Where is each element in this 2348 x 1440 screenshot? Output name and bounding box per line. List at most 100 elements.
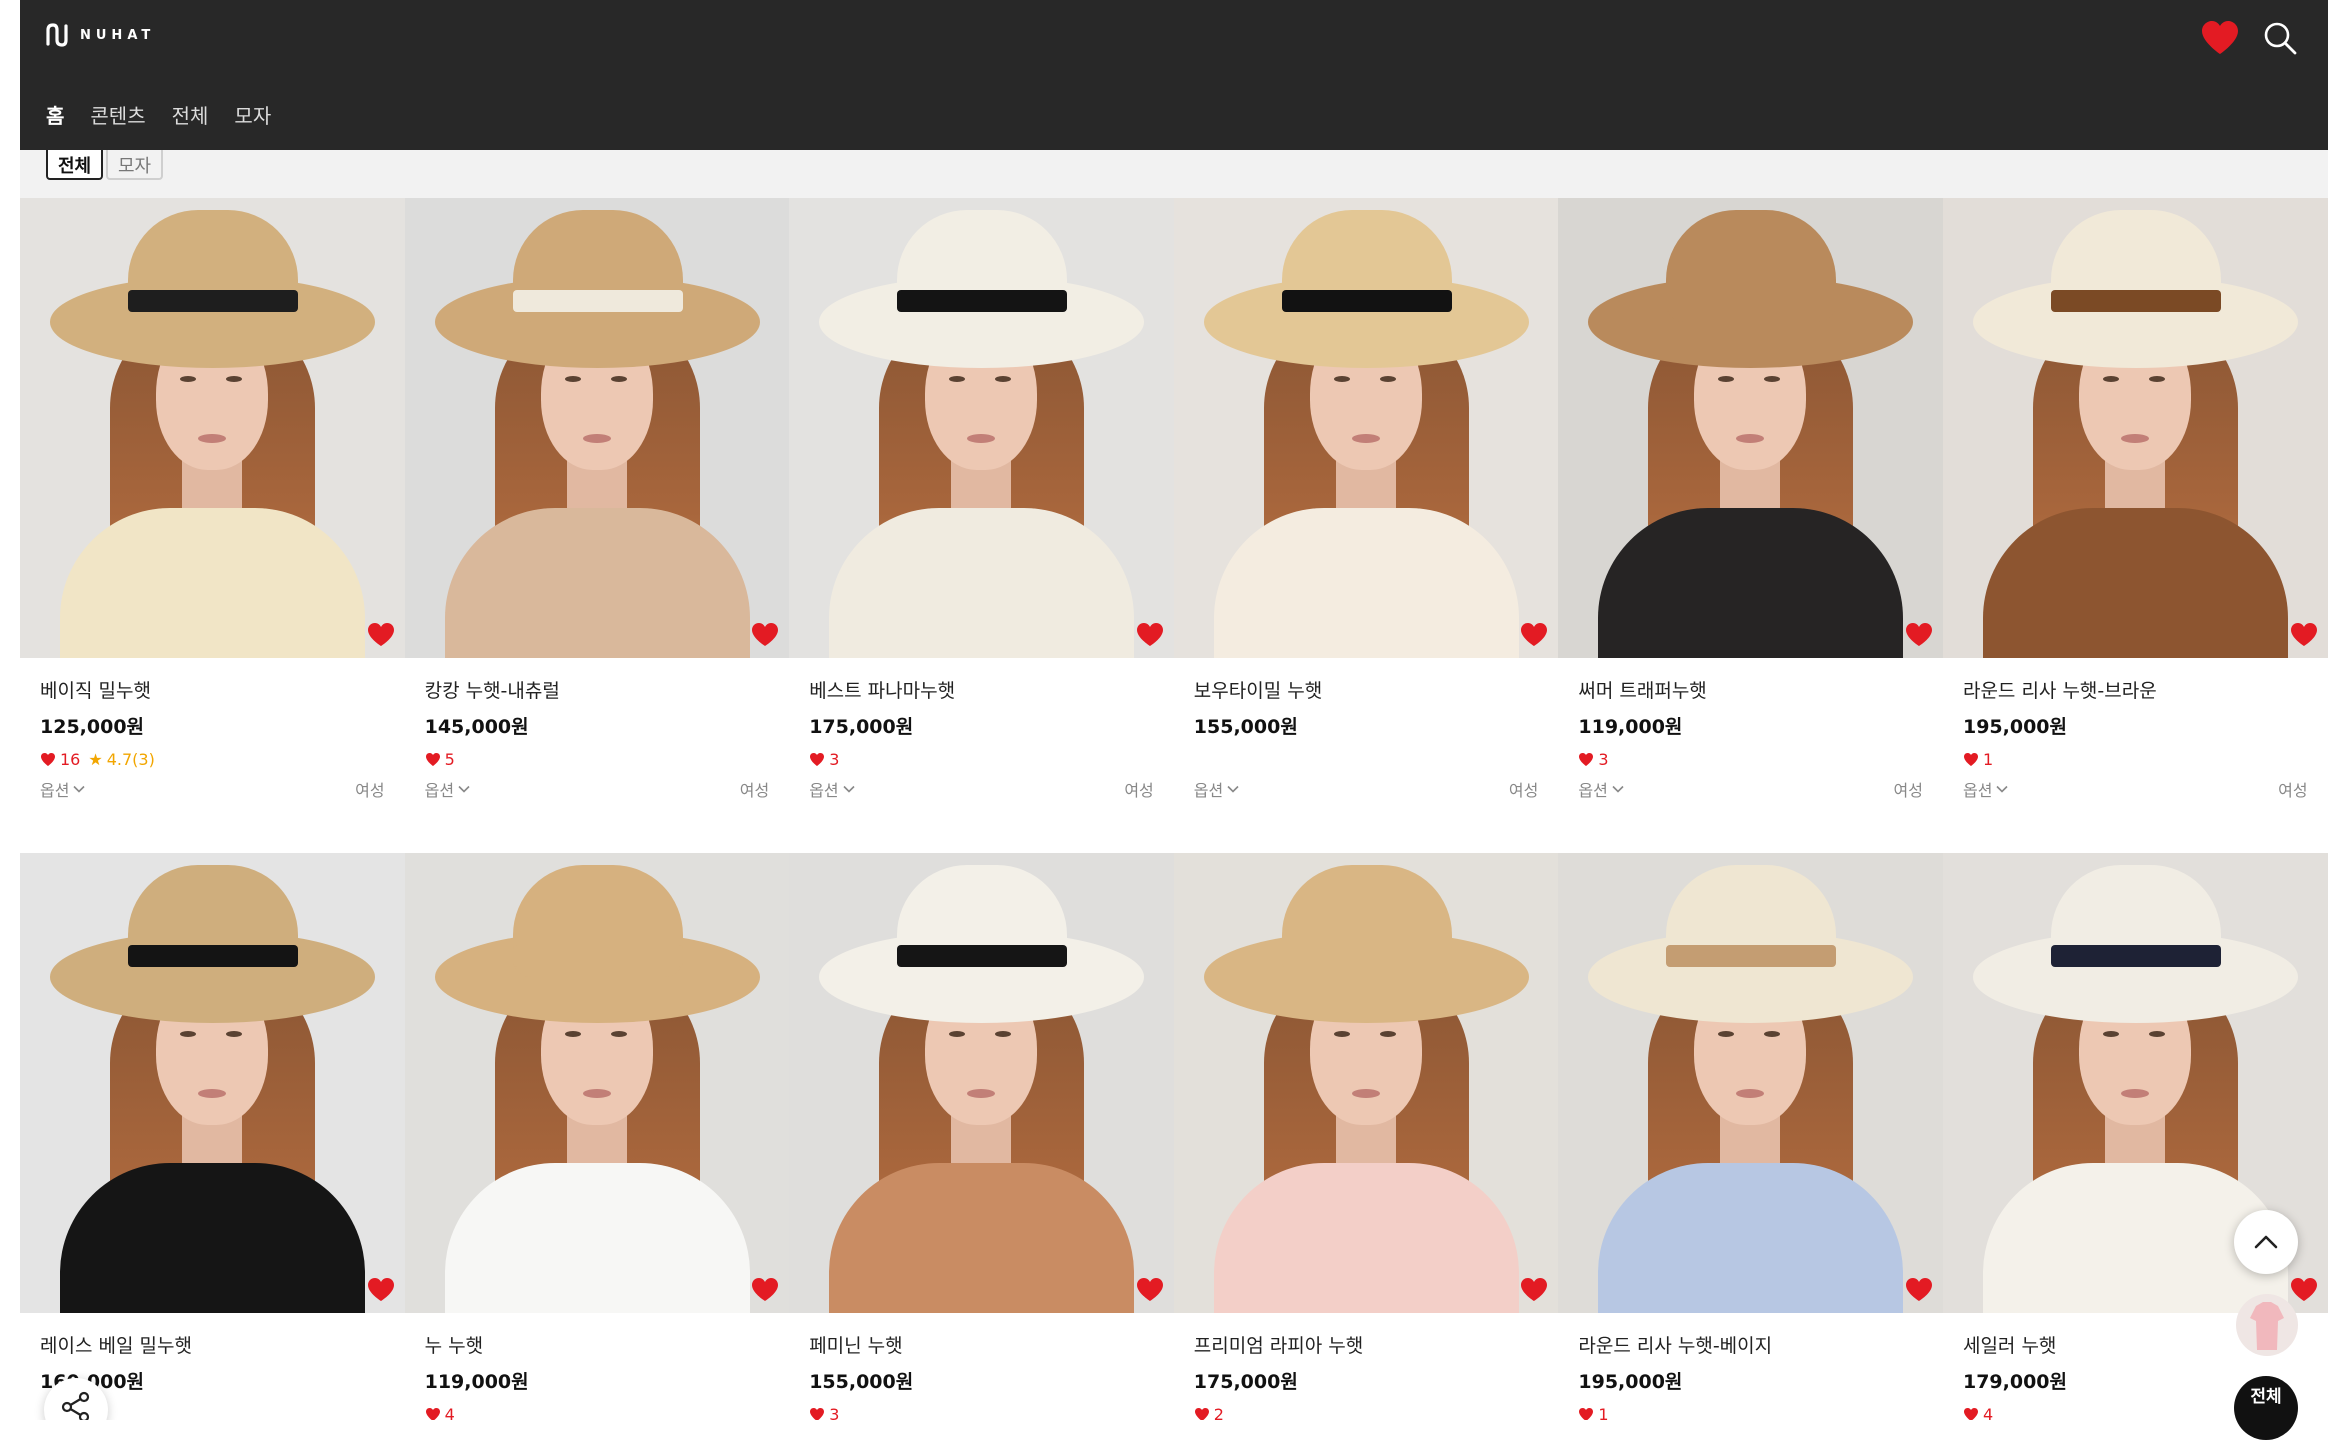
product-photo[interactable] (789, 198, 1174, 658)
product-name[interactable]: 페미닌 누햇 (809, 1333, 1154, 1359)
product-photo[interactable] (789, 853, 1174, 1313)
product-name[interactable]: 캉캉 누햇-내츄럴 (425, 678, 770, 704)
main-nav: 홈 콘텐츠 전체 모자 (46, 100, 271, 129)
heart-icon[interactable] (2200, 20, 2240, 56)
product-options-row: 옵션 여성 (425, 778, 770, 800)
product-price: 175,000원 (1193, 1371, 1298, 1393)
wishlist-heart-icon[interactable] (1905, 1277, 1933, 1303)
filter-chip-all[interactable]: 전체 (46, 150, 104, 180)
options-dropdown[interactable]: 옵션 (425, 777, 470, 801)
product-photo[interactable] (1558, 853, 1943, 1313)
product-reactions: 16 ★ 4.7(3) (40, 748, 385, 770)
wishlist-heart-icon[interactable] (2290, 622, 2318, 648)
hat-band (2050, 290, 2221, 312)
chevron-down-icon (843, 785, 855, 793)
product-card[interactable]: 프리미엄 라피아 누햇 175,000원 2 옵션 여성 (1173, 853, 1559, 1420)
product-photo[interactable] (1173, 198, 1559, 658)
wishlist-heart-icon[interactable] (367, 1277, 395, 1303)
options-dropdown[interactable]: 옵션 (1194, 777, 1239, 801)
product-photo[interactable] (404, 198, 790, 658)
model-eye (1333, 376, 1350, 382)
product-info: 베이직 밀누햇 125,000원 16 ★ 4.7(3) 옵션 여성 (20, 658, 405, 800)
options-dropdown[interactable]: 옵션 (1963, 777, 2008, 801)
scroll-top-button[interactable] (2234, 1210, 2298, 1274)
product-card[interactable]: 베스트 파나마누햇 175,000원 3 옵션 여성 (789, 198, 1174, 848)
product-options-row: 옵션 여성 (1578, 778, 1923, 800)
rating-value: 4.7(3) (106, 749, 155, 769)
likes-heart-icon (1579, 1407, 1594, 1420)
wishlist-heart-icon[interactable] (1520, 622, 1548, 648)
product-price: 125,000원 (40, 716, 145, 738)
wishlist-heart-icon[interactable] (367, 622, 395, 648)
recent-item-thumbnail[interactable] (2236, 1294, 2298, 1356)
gender-label: 여성 (1508, 781, 1539, 800)
nav-hats[interactable]: 모자 (234, 100, 271, 129)
product-name[interactable]: 라운드 리사 누햇-브라운 (1963, 678, 2308, 704)
top-header: NUHAT 홈 콘텐츠 전체 모자 (20, 0, 2328, 150)
search-icon[interactable] (2262, 20, 2298, 56)
wishlist-heart-icon[interactable] (1136, 1277, 1164, 1303)
likes-count: 16 (60, 749, 81, 769)
model-outfit (1213, 508, 1519, 658)
product-name[interactable]: 베스트 파나마누햇 (809, 678, 1154, 704)
product-name[interactable]: 레이스 베일 밀누햇 (40, 1333, 385, 1359)
wishlist-heart-icon[interactable] (751, 622, 779, 648)
product-name[interactable]: 프리미엄 라피아 누햇 (1194, 1333, 1539, 1359)
product-card[interactable]: 라운드 리사 누햇-브라운 195,000원 1 옵션 여성 (1942, 198, 2328, 848)
chevron-down-icon (1996, 785, 2008, 793)
product-photo[interactable] (1173, 853, 1559, 1313)
product-info: 베스트 파나마누햇 175,000원 3 옵션 여성 (789, 658, 1174, 800)
product-card[interactable]: 캉캉 누햇-내츄럴 145,000원 5 옵션 여성 (404, 198, 790, 848)
hat-band (1666, 945, 1837, 967)
nav-contents[interactable]: 콘텐츠 (90, 100, 145, 129)
view-all-button[interactable]: 전체 (2234, 1376, 2298, 1440)
options-dropdown[interactable]: 옵션 (809, 777, 855, 801)
likes-heart-icon (1194, 1407, 1209, 1420)
product-photo[interactable] (20, 198, 405, 658)
likes-heart-icon (810, 752, 825, 766)
nav-all[interactable]: 전체 (172, 100, 209, 129)
wishlist-heart-icon[interactable] (2290, 1277, 2318, 1303)
wishlist-heart-icon[interactable] (1136, 622, 1164, 648)
product-name[interactable]: 베이직 밀누햇 (40, 678, 385, 704)
model-outfit (1982, 508, 2288, 658)
product-name[interactable]: 누 누햇 (425, 1333, 770, 1359)
model-eye (1379, 376, 1396, 382)
brand-logo[interactable]: NUHAT (44, 22, 155, 48)
product-row: 베이직 밀누햇 125,000원 16 ★ 4.7(3) 옵션 여성 캉캉 누햇… (20, 198, 2328, 848)
product-photo[interactable] (20, 853, 405, 1313)
wishlist-heart-icon[interactable] (1520, 1277, 1548, 1303)
options-dropdown[interactable]: 옵션 (40, 777, 86, 801)
options-label: 옵션 (809, 781, 839, 800)
wishlist-heart-icon[interactable] (751, 1277, 779, 1303)
product-card[interactable]: 페미닌 누햇 155,000원 3 옵션 여성 (789, 853, 1174, 1420)
likes-heart-icon (1963, 1407, 1978, 1420)
nav-home[interactable]: 홈 (46, 100, 64, 129)
wishlist-heart-icon[interactable] (1905, 622, 1933, 648)
product-card[interactable]: 베이직 밀누햇 125,000원 16 ★ 4.7(3) 옵션 여성 (20, 198, 405, 848)
product-name[interactable]: 라운드 리사 누햇-베이지 (1578, 1333, 1923, 1359)
hat-band (1281, 290, 1452, 312)
model-eye (564, 1031, 581, 1037)
filter-chip-hats[interactable]: 모자 (106, 150, 164, 180)
product-price: 195,000원 (1962, 716, 2067, 738)
options-dropdown[interactable]: 옵션 (1578, 777, 1624, 801)
likes-heart-icon (810, 1407, 825, 1420)
product-name[interactable]: 써머 트래퍼누햇 (1578, 678, 1923, 704)
product-photo[interactable] (1942, 198, 2328, 658)
product-card[interactable]: 레이스 베일 밀누햇 160,000원 옵션 여성 (20, 853, 405, 1420)
product-price: 155,000원 (809, 1371, 914, 1393)
product-name[interactable]: 보우타이밀 누햇 (1194, 678, 1539, 704)
product-photo[interactable] (404, 853, 790, 1313)
product-card[interactable]: 써머 트래퍼누햇 119,000원 3 옵션 여성 (1558, 198, 1943, 848)
product-card[interactable]: 라운드 리사 누햇-베이지 195,000원 1 옵션 여성 (1558, 853, 1943, 1420)
product-options-row: 옵션 여성 (1963, 778, 2308, 800)
likes-heart-icon (425, 752, 440, 766)
product-photo[interactable] (1558, 198, 1943, 658)
product-card[interactable]: 보우타이밀 누햇 155,000원 옵션 여성 (1173, 198, 1559, 848)
gender-label: 여성 (2278, 781, 2308, 800)
model-lip (967, 434, 996, 443)
product-card[interactable]: 누 누햇 119,000원 4 옵션 여성 (404, 853, 790, 1420)
product-info: 라운드 리사 누햇-브라운 195,000원 1 옵션 여성 (1943, 658, 2328, 800)
product-reactions: 1 (1963, 748, 2308, 770)
